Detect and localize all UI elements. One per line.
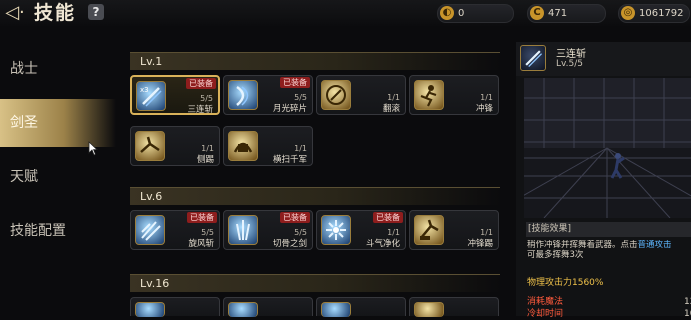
skill-name: 旋风斩 [188, 239, 214, 249]
moonlight-shard-icon [228, 80, 258, 110]
currency-gold: ◎ 1061792 [618, 4, 690, 23]
skill-slot-three-slash[interactable]: x3 已装备 5/5 三连斩 [130, 75, 220, 115]
level-header: Lv.1 [130, 52, 500, 70]
skill-name: 切骨之剑 [272, 239, 307, 249]
skill-slot-aura-purify[interactable]: 已装备 1/1 斗气净化 [316, 210, 406, 250]
tab-talent[interactable]: 天赋 [0, 153, 116, 201]
skill-effect-label: [技能效果] [526, 222, 691, 237]
charge-icon [414, 80, 444, 110]
skill-level: 1/1 [480, 228, 493, 237]
skill-slot-bone-cutter[interactable]: 已装备 5/5 切骨之剑 [223, 210, 313, 250]
level-label: Lv.1 [140, 55, 163, 68]
skill-slot-sweep[interactable]: 1/1 横扫千军 [223, 126, 313, 166]
skill-preview-viewport [524, 78, 691, 218]
desc-highlight: 普通攻击 [637, 240, 672, 250]
level-label: Lv.16 [140, 277, 170, 290]
skill-icon [414, 302, 444, 317]
skill-slot[interactable] [316, 297, 406, 317]
bone-cutter-icon [228, 215, 258, 245]
skill-level: 5/5 [200, 94, 213, 103]
stat-value: 10 [684, 309, 691, 319]
skill-level: 1/1 [294, 144, 307, 153]
level-label: Lv.6 [140, 190, 163, 203]
desc-text: 稍作冲锋并挥舞着武器。点击 [527, 240, 638, 250]
equipped-badge: 已装备 [280, 212, 310, 223]
mouse-cursor-icon [88, 141, 98, 156]
three-slash-icon: x3 [136, 81, 166, 111]
level-header: Lv.16 [130, 274, 500, 292]
top-bar: ◁· 技能 ? ◐ 0 C 471 ◎ 1061792 [0, 0, 691, 26]
whirlwind-icon [135, 215, 165, 245]
skill-level: 5/5 [294, 93, 307, 102]
equipped-badge: 已装备 [187, 212, 217, 223]
currency-energy: C 471 [527, 4, 606, 23]
skill-slot-side-kick[interactable]: 1/1 侧踢 [130, 126, 220, 166]
aura-purify-icon [321, 215, 351, 245]
sweep-icon [228, 131, 258, 161]
stat-label: 消耗魔法 [527, 297, 564, 307]
stat-label: 冷却时间 [527, 309, 564, 319]
stat-value: 120 [684, 297, 691, 307]
preview-grid [524, 78, 691, 218]
charge-kick-icon [414, 215, 444, 245]
skill-name: 横扫千军 [272, 155, 307, 165]
skill-detail-panel: 三连斩 Lv.5/5 [技能效果] 稍作冲锋并挥舞着武器。点击普通攻击 可最多挥… [516, 42, 691, 319]
level-header: Lv.6 [130, 187, 500, 205]
side-kick-icon [135, 131, 165, 161]
skill-description: 稍作冲锋并挥舞着武器。点击普通攻击 可最多挥舞3次 [527, 240, 691, 260]
skill-slot-roll[interactable]: 1/1 翻滚 [316, 75, 406, 115]
skill-icon-text: x3 [140, 86, 149, 94]
skill-slot[interactable] [409, 297, 499, 317]
tab-swordmaster[interactable]: 剑圣 [0, 99, 116, 147]
skill-slot-moonlight-shard[interactable]: 已装备 5/5 月光碎片 [223, 75, 313, 115]
three-slash-icon [520, 45, 546, 71]
stat-physical-attack: 物理攻击力1560% [527, 278, 604, 288]
back-arrow-icon[interactable]: ◁· [2, 2, 28, 24]
roll-icon [321, 80, 351, 110]
skill-slot[interactable] [223, 297, 313, 317]
detail-header: 三连斩 Lv.5/5 [516, 42, 691, 76]
tab-warrior[interactable]: 战士 [0, 45, 116, 93]
energy-icon: C [530, 6, 544, 20]
gold-coin-icon: ◎ [621, 6, 635, 20]
page-title: 技能 [34, 2, 77, 24]
help-button[interactable]: ? [88, 4, 104, 20]
stat-mp-cost: 消耗魔法 120 [527, 297, 691, 308]
skill-name: 翻滚 [382, 104, 400, 114]
skill-icon [135, 302, 165, 317]
equipped-badge: 已装备 [186, 78, 216, 89]
skill-name: 冲锋 [475, 104, 493, 114]
desc-text: 可最多挥舞3次 [527, 250, 584, 260]
equipped-badge: 已装备 [280, 77, 310, 88]
skill-icon [321, 302, 351, 317]
skill-name: 侧踢 [196, 155, 214, 165]
skill-slot-charge-kick[interactable]: 1/1 冲锋踢 [409, 210, 499, 250]
currency-value: 0 [458, 8, 465, 19]
skill-level: 1/1 [387, 228, 400, 237]
tab-skill-config[interactable]: 技能配置 [0, 207, 116, 255]
currency-value: 471 [548, 8, 568, 19]
skill-name: 三连斩 [187, 105, 213, 115]
stamina-icon: ◐ [440, 6, 454, 20]
skill-level: 5/5 [294, 228, 307, 237]
skill-name: 月光碎片 [272, 104, 307, 114]
skill-level: 1/1 [201, 144, 214, 153]
detail-skill-level: Lv.5/5 [556, 59, 583, 69]
skill-level: 1/1 [387, 93, 400, 102]
detail-skill-name: 三连斩 [556, 49, 586, 60]
stat-cooldown: 冷却时间 10 [527, 309, 691, 320]
skill-level: 1/1 [480, 93, 493, 102]
skill-slot-charge[interactable]: 1/1 冲锋 [409, 75, 499, 115]
skill-slot[interactable] [130, 297, 220, 317]
currency-value: 1061792 [639, 8, 684, 19]
skill-icon [228, 302, 258, 317]
skill-name: 冲锋踢 [467, 239, 493, 249]
equipped-badge: 已装备 [373, 212, 403, 223]
skill-slot-whirlwind[interactable]: 已装备 5/5 旋风斩 [130, 210, 220, 250]
currency-stamina: ◐ 0 [437, 4, 514, 23]
skill-level: 5/5 [201, 228, 214, 237]
skill-name: 斗气净化 [365, 239, 400, 249]
